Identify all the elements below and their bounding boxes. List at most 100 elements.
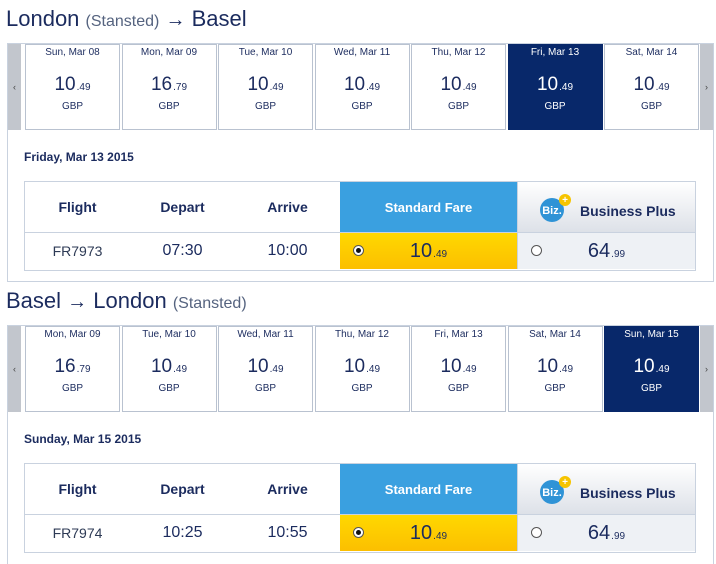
inbound-panel: ‹ Mon, Mar 09 16.79 GBP Tue, Mar 10 10.49 GBP…: [7, 325, 714, 564]
date-label: Sun, Mar 15: [624, 329, 679, 340]
date-price: 10.49: [440, 74, 477, 95]
outbound-origin-airport: (Stansted): [85, 13, 160, 30]
date-option[interactable]: Sun, Mar 08 10.49 GBP: [25, 44, 120, 130]
flight-header: Flight: [58, 481, 97, 497]
outbound-selected-date: Friday, Mar 13 2015: [24, 150, 134, 164]
currency-label: GBP: [640, 383, 663, 394]
currency-label: GBP: [447, 101, 470, 112]
svg-text:+: +: [562, 195, 568, 206]
date-label: Wed, Mar 11: [333, 47, 391, 58]
outbound-next-button[interactable]: ›: [700, 44, 713, 130]
depart-header: Depart: [160, 481, 205, 497]
date-label: Thu, Mar 12: [335, 329, 389, 340]
date-price: 10.49: [247, 356, 284, 377]
date-price: 10.49: [343, 74, 381, 95]
date-label: Sat, Mar 14: [625, 47, 678, 58]
standard-fare-radio[interactable]: [353, 245, 364, 256]
business-plus-price: 64.99: [587, 239, 626, 262]
business-plus-header: + Biz. Business Plus: [517, 464, 695, 514]
inbound-next-button[interactable]: ›: [700, 326, 713, 412]
date-price: 10.49: [343, 356, 381, 377]
date-label: Wed, Mar 11: [237, 329, 294, 340]
outbound-panel: ‹ Sun, Mar 08 10.49 GBP Mon, Mar 09 16.79 GBP…: [7, 43, 714, 282]
business-plus-label: Business Plus: [580, 485, 676, 501]
depart-time: 07:30: [162, 242, 203, 259]
currency-label: GBP: [61, 383, 84, 394]
business-plus-option[interactable]: 64.99: [517, 515, 695, 551]
date-price: 16.79: [150, 74, 188, 95]
outbound-route-title: London (Stansted) → Basel: [6, 6, 247, 32]
date-price: 10.49: [536, 356, 574, 377]
date-option[interactable]: Tue, Mar 10 10.49 GBP: [218, 44, 313, 130]
date-label: Tue, Mar 10: [142, 329, 196, 340]
business-plus-label: Business Plus: [580, 203, 676, 219]
date-price: 10.49: [633, 356, 670, 377]
inbound-selected-date: Sunday, Mar 15 2015: [24, 432, 142, 446]
currency-label: GBP: [544, 101, 566, 112]
arrive-header: Arrive: [267, 199, 308, 215]
biz-plus-logo-icon: + Biz.: [540, 194, 571, 222]
date-option[interactable]: Fri, Mar 13 10.49 GBP: [507, 44, 603, 130]
date-option[interactable]: Fri, Mar 13 10.49 GBP: [411, 326, 506, 412]
standard-fare-radio[interactable]: [353, 527, 364, 538]
inbound-date-strip: ‹ Mon, Mar 09 16.79 GBP Tue, Mar 10 10.49 GBP…: [8, 326, 713, 412]
business-plus-option[interactable]: 64.99: [517, 233, 695, 269]
date-label: Tue, Mar 10: [238, 47, 293, 58]
svg-text:Biz.: Biz.: [542, 487, 562, 499]
date-option[interactable]: Sun, Mar 15 10.49 GBP: [604, 326, 699, 412]
business-plus-header: + Biz. Business Plus: [517, 182, 695, 232]
currency-label: GBP: [640, 101, 663, 112]
route-arrow-icon: →: [165, 9, 186, 31]
inbound-fare-table: Flight Depart Arrive Standard Fare + Biz…: [24, 463, 696, 553]
currency-label: GBP: [61, 101, 84, 112]
currency-label: GBP: [351, 383, 373, 394]
chevron-right-icon: ›: [705, 82, 708, 92]
chevron-left-icon: ‹: [13, 82, 16, 92]
date-option[interactable]: Wed, Mar 11 10.49 GBP: [218, 326, 313, 412]
inbound-destination: London: [93, 288, 167, 313]
date-option[interactable]: Sat, Mar 14 10.49 GBP: [507, 326, 603, 412]
date-price: 10.49: [247, 74, 284, 95]
date-option[interactable]: Mon, Mar 09 16.79 GBP: [25, 326, 120, 412]
inbound-route-title: Basel → London (Stansted): [6, 288, 247, 314]
inbound-prev-button[interactable]: ‹: [8, 326, 21, 412]
date-price: 10.49: [440, 356, 477, 377]
date-label: Thu, Mar 12: [431, 47, 486, 58]
date-option[interactable]: Thu, Mar 12 10.49 GBP: [314, 326, 410, 412]
outbound-prev-button[interactable]: ‹: [8, 44, 21, 130]
standard-fare-price: 10.49: [409, 521, 448, 544]
date-price: 10.49: [633, 74, 670, 95]
standard-fare-header: Standard Fare: [340, 464, 517, 514]
flight-number: FR7974: [52, 525, 103, 541]
standard-fare-price: 10.49: [409, 239, 448, 262]
currency-label: GBP: [158, 101, 180, 112]
date-price: 10.49: [536, 74, 574, 95]
outbound-fare-table: Flight Depart Arrive Standard Fare + Biz…: [24, 181, 696, 271]
currency-label: GBP: [447, 383, 470, 394]
arrive-header: Arrive: [267, 481, 308, 497]
standard-fare-option[interactable]: 10.49: [340, 515, 517, 551]
outbound-origin: London: [6, 6, 80, 31]
outbound-destination: Basel: [191, 6, 247, 31]
currency-label: GBP: [254, 101, 277, 112]
date-label: Sat, Mar 14: [529, 329, 581, 340]
date-option[interactable]: Sat, Mar 14 10.49 GBP: [604, 44, 699, 130]
chevron-right-icon: ›: [705, 364, 708, 374]
svg-text:Biz.: Biz.: [542, 205, 562, 217]
date-option[interactable]: Thu, Mar 12 10.49 GBP: [411, 44, 506, 130]
business-plus-radio[interactable]: [531, 245, 542, 256]
date-price: 10.49: [54, 74, 91, 95]
date-option[interactable]: Wed, Mar 11 10.49 GBP: [314, 44, 410, 130]
standard-fare-header: Standard Fare: [340, 182, 517, 232]
depart-time: 10:25: [162, 524, 203, 541]
business-plus-radio[interactable]: [531, 527, 542, 538]
standard-fare-option[interactable]: 10.49: [340, 233, 517, 269]
business-plus-price: 64.99: [587, 521, 626, 544]
date-label: Mon, Mar 09: [140, 47, 198, 58]
date-option[interactable]: Tue, Mar 10 10.49 GBP: [121, 326, 217, 412]
inbound-destination-airport: (Stansted): [172, 295, 247, 312]
flight-header: Flight: [58, 199, 97, 215]
date-option[interactable]: Mon, Mar 09 16.79 GBP: [121, 44, 217, 130]
depart-header: Depart: [160, 199, 205, 215]
date-price: 16.79: [54, 356, 91, 377]
